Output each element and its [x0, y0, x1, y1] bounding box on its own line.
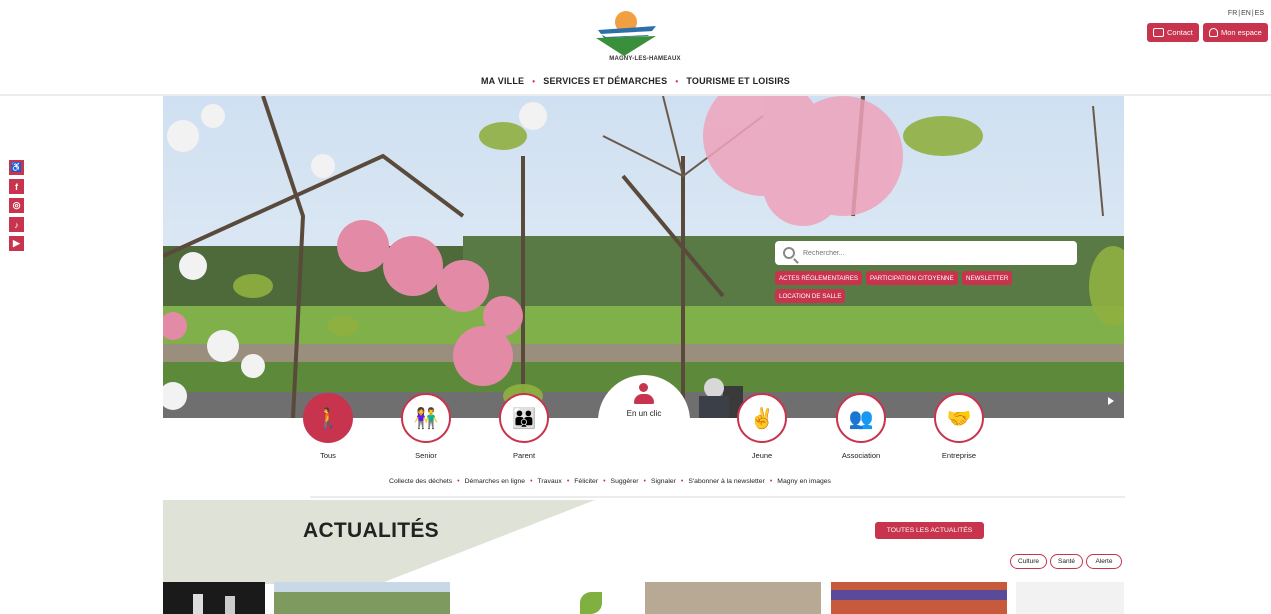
search-icon[interactable]	[783, 247, 795, 259]
quick-link-separator: •	[566, 478, 570, 485]
tag-newsletter[interactable]: NEWSLETTER	[962, 271, 1013, 285]
instagram-icon[interactable]: ◎	[9, 198, 24, 213]
contact-label: Contact	[1167, 28, 1193, 37]
quick-link-separator: •	[603, 478, 606, 485]
quick-link-separator: •	[457, 478, 460, 485]
site-logo[interactable]: MAGNY-LES-HAMEAUX	[590, 8, 700, 66]
quick-link-separator: •	[769, 478, 773, 485]
profile-jeune[interactable]: ✌ Jeune	[727, 393, 797, 460]
tag-participation-citoyenne[interactable]: PARTICIPATION CITOYENNE	[866, 271, 958, 285]
profile-entreprise[interactable]: 🤝 Entreprise	[924, 393, 994, 460]
lang-es[interactable]: ES	[1255, 10, 1264, 17]
news-thumbnail[interactable]	[1016, 582, 1124, 614]
contact-button[interactable]: Contact	[1147, 23, 1199, 42]
youth-icon: ✌	[737, 393, 787, 443]
filter-alerte[interactable]: Alerte	[1086, 554, 1122, 569]
quick-links: Collecte des déchets • Démarches en ligne •…	[300, 478, 920, 485]
quick-link-signaler[interactable]: Signaler	[651, 478, 676, 485]
logo-mark-icon	[596, 11, 656, 56]
profile-label: Senior	[415, 451, 437, 460]
nav-separator: •	[532, 77, 536, 86]
tag-actes-reglementaires[interactable]: ACTES RÉGLEMENTAIRES	[775, 271, 862, 285]
accessibility-icon[interactable]: ♿	[9, 160, 24, 175]
search-input[interactable]	[803, 249, 1033, 257]
youtube-icon[interactable]: ▶	[9, 236, 24, 251]
site-header: MAGNY-LES-HAMEAUX FR|EN|ES Contact Mon e…	[0, 0, 1271, 96]
group-icon: 👥	[836, 393, 886, 443]
news-thumbnail[interactable]	[274, 582, 450, 614]
en-un-clic-label: En un clic	[626, 409, 662, 418]
logo-text: MAGNY-LES-HAMEAUX	[609, 56, 681, 62]
user-icon	[1209, 28, 1218, 37]
profile-label: Association	[841, 451, 881, 460]
news-title: ACTUALITÉS	[303, 519, 439, 542]
profile-label: Tous	[320, 451, 336, 460]
nav-ma-ville[interactable]: MA VILLE	[481, 76, 524, 86]
social-bar: ♿ f ◎ ♪ ▶	[9, 160, 24, 255]
profile-association[interactable]: 👥 Association	[826, 393, 896, 460]
profile-tous[interactable]: 🚶 Tous	[293, 393, 363, 460]
facebook-icon[interactable]: f	[9, 179, 24, 194]
slider-play-icon[interactable]	[1108, 397, 1114, 405]
news-thumbnail[interactable]	[831, 582, 1007, 614]
mon-espace-button[interactable]: Mon espace	[1203, 23, 1268, 42]
news-thumbnail[interactable]	[645, 582, 821, 614]
person-icon: 🚶	[303, 393, 353, 443]
person-icon	[634, 383, 654, 405]
quick-link-separator: •	[643, 478, 646, 485]
news-thumbnail[interactable]	[460, 582, 636, 614]
section-divider	[310, 496, 1125, 498]
filter-sante[interactable]: Santé	[1050, 554, 1083, 569]
language-switcher: FR|EN|ES	[1227, 10, 1264, 17]
tiktok-icon[interactable]: ♪	[9, 217, 24, 232]
nav-services[interactable]: SERVICES ET DÉMARCHES	[543, 76, 667, 86]
senior-couple-icon: 👫	[401, 393, 451, 443]
family-icon: 👪	[499, 393, 549, 443]
mail-icon	[1153, 28, 1164, 37]
profile-label: Entreprise	[941, 451, 977, 460]
news-thumbnail[interactable]	[163, 582, 265, 614]
profile-senior[interactable]: 👫 Senior	[391, 393, 461, 460]
quick-link-magny-images[interactable]: Magny en images	[777, 478, 831, 485]
quick-link-collecte[interactable]: Collecte des déchets	[389, 478, 452, 485]
page: MAGNY-LES-HAMEAUX FR|EN|ES Contact Mon e…	[0, 0, 1271, 614]
profile-parent[interactable]: 👪 Parent	[489, 393, 559, 460]
nav-separator: •	[675, 77, 679, 86]
main-nav: MA VILLE • SERVICES ET DÉMARCHES • TOURISME …	[0, 76, 1271, 86]
quick-link-travaux[interactable]: Travaux	[538, 478, 562, 485]
filter-culture[interactable]: Culture	[1010, 554, 1047, 569]
tag-location-de-salle[interactable]: LOCATION DE SALLE	[775, 289, 846, 303]
profile-label: Parent	[512, 451, 536, 460]
lang-en[interactable]: EN	[1241, 10, 1251, 17]
quick-link-newsletter[interactable]: S'abonner à la newsletter	[688, 478, 765, 485]
lang-fr[interactable]: FR	[1228, 10, 1237, 17]
quick-link-feliciter[interactable]: Féliciter	[574, 478, 598, 485]
profile-label: Jeune	[751, 451, 773, 460]
all-news-button[interactable]: TOUTES LES ACTUALITÉS	[875, 522, 984, 539]
quick-link-separator: •	[530, 478, 533, 485]
nav-tourisme[interactable]: TOURISME ET LOISIRS	[686, 76, 790, 86]
handshake-icon: 🤝	[934, 393, 984, 443]
quick-link-demarches[interactable]: Démarches en ligne	[465, 478, 525, 485]
mon-espace-label: Mon espace	[1221, 28, 1262, 37]
search-box	[775, 241, 1077, 265]
en-un-clic-button[interactable]: En un clic	[598, 383, 690, 418]
quick-link-suggerer[interactable]: Suggérer	[611, 478, 639, 485]
quick-link-separator: •	[680, 478, 684, 485]
